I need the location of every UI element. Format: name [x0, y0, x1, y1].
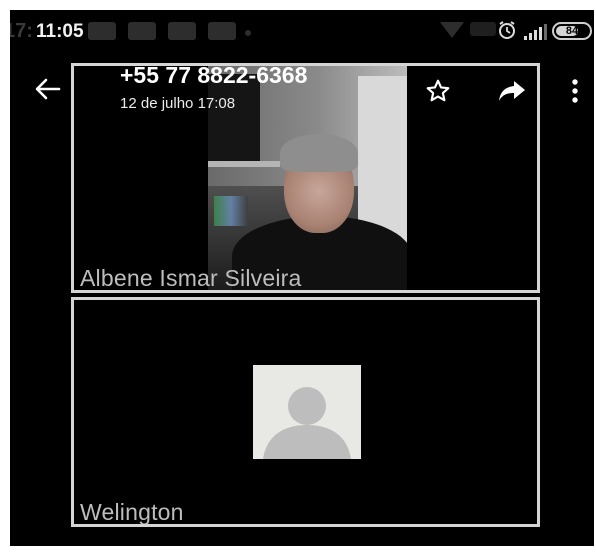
status-time: 11:05 [36, 21, 84, 42]
call-screen: 17: 11:05 84 [10, 10, 594, 546]
person-silhouette-icon [263, 387, 351, 459]
more-vertical-icon[interactable] [571, 78, 579, 104]
arrow-left-icon[interactable] [35, 78, 61, 100]
facebook-icon [208, 22, 236, 40]
ghost-label [470, 22, 496, 36]
participant-name: Welington [80, 499, 184, 525]
notification-icons [88, 22, 236, 40]
alarm-icon [499, 21, 515, 39]
star-icon[interactable] [425, 78, 451, 104]
youtube-icon [128, 22, 156, 40]
wifi-icon [440, 22, 464, 38]
participant-tile[interactable]: Welington [71, 297, 540, 527]
participant-name: Albene Ismar Silveira [80, 265, 302, 291]
contact-number: +55 77 8822-6368 [120, 62, 308, 88]
video-shelf-items [214, 196, 248, 226]
participant-video [208, 66, 407, 290]
notification-icon [88, 22, 116, 40]
battery-icon: 84 [552, 22, 592, 40]
notification-dot-icon [245, 30, 251, 36]
avatar-placeholder-icon [253, 365, 361, 459]
ghost-time: 17: [10, 20, 33, 42]
signal-icon [524, 24, 547, 40]
battery-percent: 84 [565, 25, 579, 37]
participant-hair [280, 134, 358, 172]
status-bar: 17: 11:05 84 [10, 10, 594, 50]
facebook-icon [168, 22, 196, 40]
share-forward-icon[interactable] [498, 80, 526, 102]
video-shelf [208, 161, 280, 167]
call-date: 12 de julho 17:08 [120, 95, 236, 112]
